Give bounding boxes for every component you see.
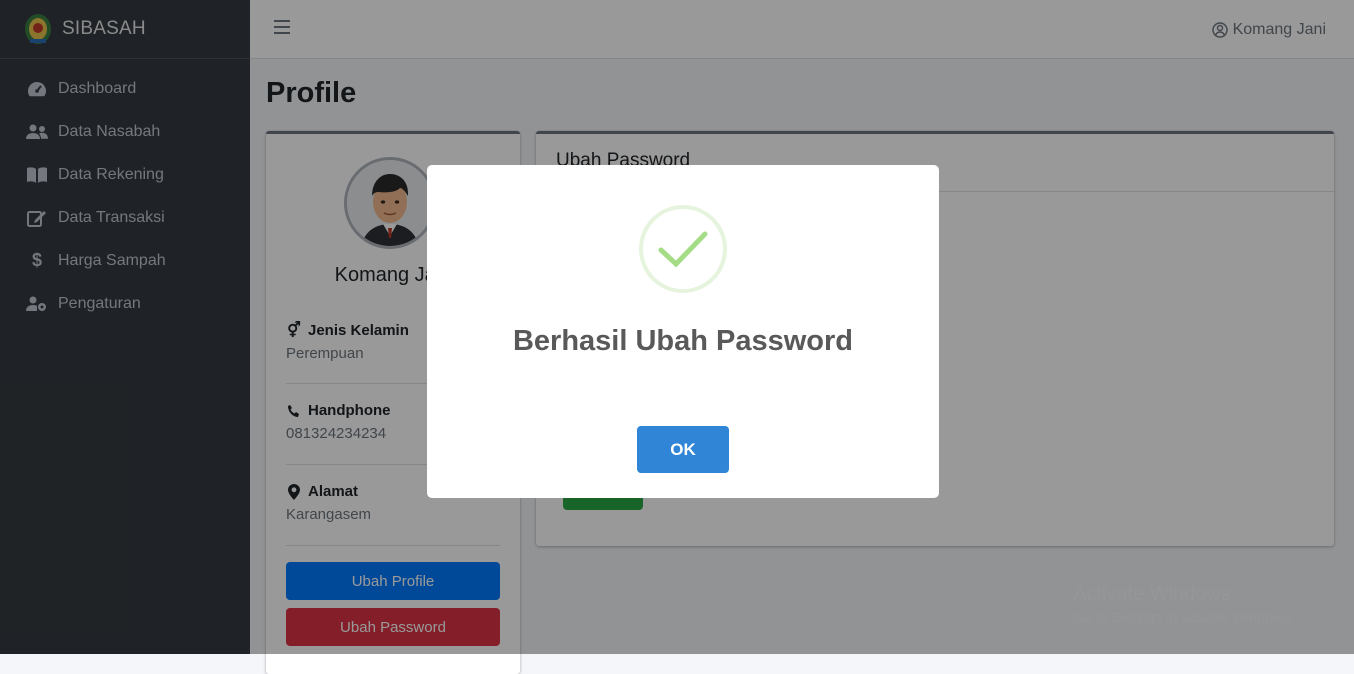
- dialog-title: Berhasil Ubah Password: [512, 325, 854, 357]
- ok-button[interactable]: OK: [637, 426, 729, 473]
- success-check-icon: [639, 205, 727, 293]
- success-dialog: Berhasil Ubah Password OK: [427, 165, 939, 498]
